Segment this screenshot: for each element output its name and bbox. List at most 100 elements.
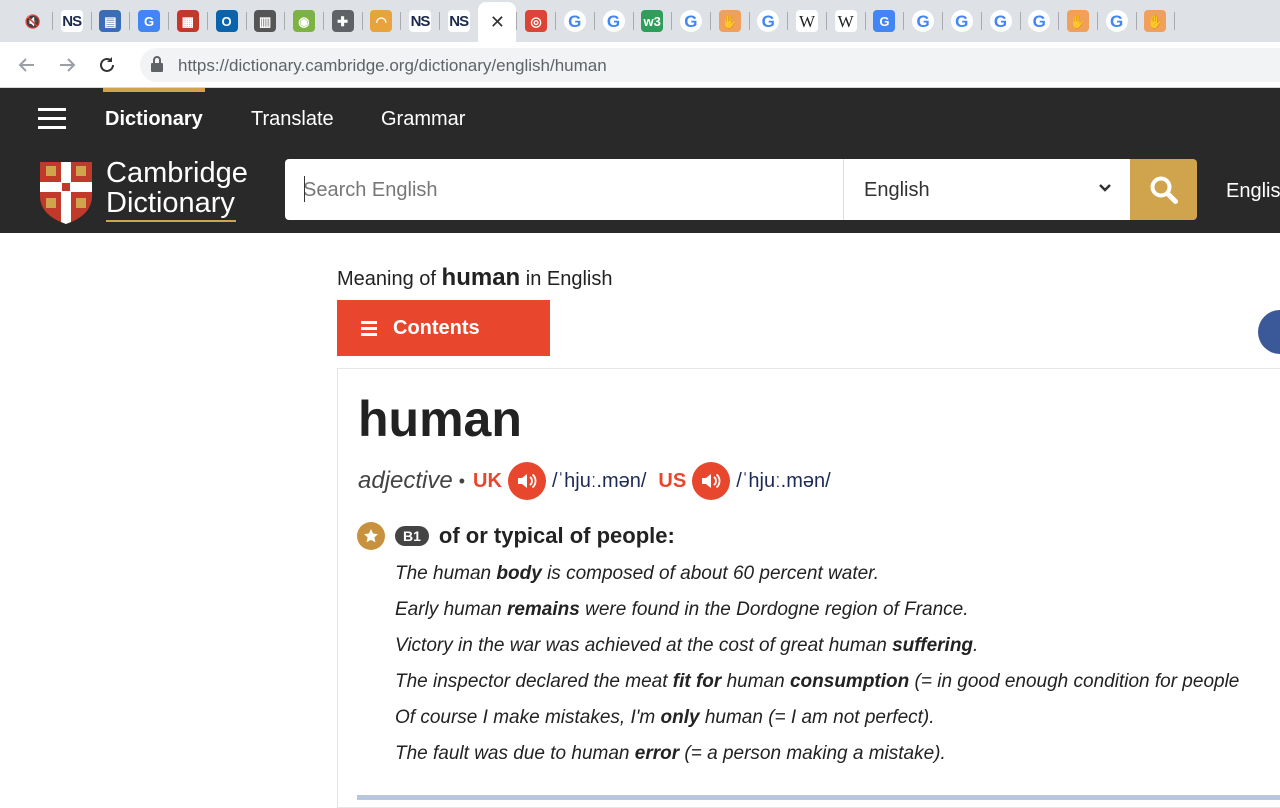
forward-arrow-icon (58, 56, 76, 74)
example-sentence: The fault was due to human error (= a pe… (395, 740, 1280, 776)
browser-tab[interactable]: W (827, 4, 865, 38)
cambridge-logo[interactable]: Cambridge Dictionary (38, 158, 258, 224)
logo-underline (106, 220, 236, 222)
language-select[interactable]: English (843, 159, 1130, 220)
example-text: Of course I make mistakes, I'm (395, 707, 660, 728)
ns-icon: NS (448, 10, 470, 32)
example-text: . (973, 635, 978, 656)
example-text: The inspector declared the meat (395, 671, 673, 692)
facebook-share-icon[interactable] (1258, 310, 1280, 354)
reload-icon (97, 55, 117, 75)
logo-line-cambridge: Cambridge (106, 157, 248, 189)
example-sentence: The human body is composed of about 60 p… (395, 560, 1280, 596)
google-icon: G (680, 10, 702, 32)
browser-tab[interactable]: ▥ (246, 4, 284, 38)
browser-tab[interactable]: G (672, 4, 710, 38)
browser-tab[interactable]: ▤ (91, 4, 129, 38)
lock-icon (150, 56, 164, 72)
browser-tab[interactable]: NS (401, 4, 439, 38)
headword: human (358, 390, 522, 448)
contents-button[interactable]: Contents (337, 300, 550, 356)
search-input[interactable] (303, 175, 823, 205)
example-keyword: error (635, 743, 679, 764)
browser-tab[interactable]: ✋ (1059, 4, 1097, 38)
uk-ipa: /ˈhjuː.mən/ (552, 470, 646, 493)
wikipedia-icon: W (796, 10, 818, 32)
pos-pronunciation-line: adjective • UK /ˈhjuː.mən/ US /ˈhjuː.mən… (358, 462, 843, 500)
chevron-down-icon (1098, 181, 1112, 195)
logo-text: Cambridge Dictionary (106, 158, 248, 222)
browser-tab[interactable]: ◎ (517, 4, 555, 38)
meaning-heading: Meaning of human in English (337, 264, 612, 292)
example-sentence: Victory in the war was achieved at the c… (395, 632, 1280, 668)
ui-language-link[interactable]: English (1226, 180, 1280, 203)
browser-tab[interactable]: ✕ (478, 2, 516, 42)
hand-icon: ✋ (1067, 10, 1089, 32)
example-keyword: body (496, 563, 541, 584)
browser-tab[interactable]: NS (440, 4, 478, 38)
browser-tab[interactable]: G (943, 4, 981, 38)
us-audio-button[interactable] (692, 462, 730, 500)
browser-tab[interactable]: G (1020, 4, 1058, 38)
trello-icon: ▥ (254, 10, 276, 32)
hand-icon: ✋ (719, 10, 741, 32)
nav-dictionary[interactable]: Dictionary (105, 108, 203, 131)
nav-translate[interactable]: Translate (251, 108, 334, 131)
browser-tab[interactable]: O (208, 4, 246, 38)
text-caret (304, 176, 305, 202)
browser-tab[interactable]: 🔇 (14, 4, 52, 38)
language-select-value: English (864, 179, 930, 202)
nav-grammar[interactable]: Grammar (381, 108, 465, 131)
uk-audio-button[interactable] (508, 462, 546, 500)
browser-tab[interactable]: ✋ (711, 4, 749, 38)
google-icon: G (990, 10, 1012, 32)
speaker-muted-icon: 🔇 (22, 10, 44, 32)
browser-tab[interactable]: W (788, 4, 826, 38)
logo-line-dictionary: Dictionary (106, 187, 235, 219)
browser-tab[interactable]: G (982, 4, 1020, 38)
browser-tab[interactable]: w3 (633, 4, 671, 38)
browser-tab[interactable]: G (556, 4, 594, 38)
browser-tab[interactable]: NS (53, 4, 91, 38)
site-header: Cambridge Dictionary English English (0, 150, 1280, 233)
android-icon: ◉ (293, 10, 315, 32)
browser-tab[interactable]: ◉ (285, 4, 323, 38)
browser-tab[interactable]: G (865, 4, 903, 38)
example-sentence: Of course I make mistakes, I'm only huma… (395, 704, 1280, 740)
star-icon[interactable] (357, 522, 385, 550)
reload-button[interactable] (92, 50, 122, 80)
site-nav: Dictionary Translate Grammar (0, 88, 1280, 150)
google-icon: G (1028, 10, 1050, 32)
hand-icon: ✋ (1144, 10, 1166, 32)
google-icon: G (1106, 10, 1128, 32)
example-text: Early human (395, 599, 507, 620)
google-icon: G (564, 10, 586, 32)
browser-tab[interactable]: G (749, 4, 787, 38)
menu-icon[interactable] (38, 108, 66, 130)
browser-tab[interactable]: ✋ (1136, 4, 1174, 38)
forward-button[interactable] (52, 50, 82, 80)
google-icon: G (603, 10, 625, 32)
back-button[interactable] (12, 50, 42, 80)
search-button[interactable] (1130, 159, 1197, 220)
search-icon (1149, 175, 1179, 205)
cambridge-shield-icon (38, 160, 94, 224)
browser-tab[interactable]: G (904, 4, 942, 38)
meaning-word: human (442, 264, 521, 291)
speaker-icon (517, 472, 537, 490)
example-keyword: remains (507, 599, 580, 620)
browser-tab[interactable]: G (130, 4, 168, 38)
close-icon[interactable]: ✕ (486, 11, 508, 33)
example-keyword: only (660, 707, 699, 728)
browser-tab[interactable]: G (595, 4, 633, 38)
browser-tab[interactable]: ◠ (362, 4, 400, 38)
example-keyword: fit for (673, 671, 722, 692)
outlook-icon: O (216, 10, 238, 32)
browser-tab[interactable]: ✚ (324, 4, 362, 38)
address-bar[interactable]: https://dictionary.cambridge.org/diction… (140, 48, 1280, 82)
us-label: US (658, 470, 686, 493)
web3-icon: w3 (641, 10, 663, 32)
browser-tab[interactable]: G (1098, 4, 1136, 38)
us-ipa: /ˈhjuː.mən/ (736, 470, 830, 493)
browser-tab[interactable]: ▦ (169, 4, 207, 38)
